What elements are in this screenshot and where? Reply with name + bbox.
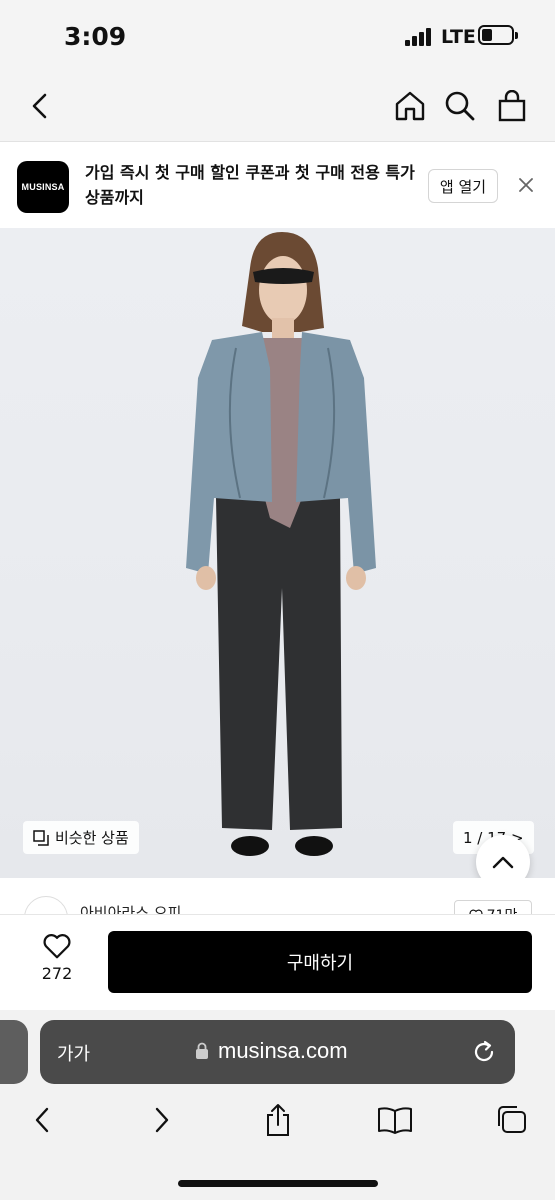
header-nav [0, 70, 555, 142]
cart-button[interactable] [490, 84, 534, 128]
reader-mode-button[interactable]: 가가 [57, 1040, 90, 1066]
battery-icon [478, 25, 518, 45]
close-icon [519, 178, 533, 192]
open-app-button[interactable]: 앱 열기 [428, 169, 498, 203]
chevron-left-icon [35, 1107, 49, 1133]
banner-close-button[interactable] [512, 171, 540, 199]
browser-back-button[interactable] [20, 1098, 64, 1142]
copy-icon [33, 829, 49, 846]
product-image[interactable]: 비슷한 상품 1 / 17 > [0, 228, 555, 878]
home-indicator [178, 1180, 378, 1187]
previous-tab-preview[interactable] [0, 1020, 28, 1084]
search-icon [445, 91, 475, 121]
heart-icon [43, 934, 71, 959]
home-button[interactable] [388, 84, 432, 128]
lock-icon [196, 1042, 208, 1059]
browser-toolbar: 가가 musinsa.com [0, 1010, 555, 1200]
like-count: 272 [41, 964, 73, 983]
book-icon [378, 1107, 412, 1134]
banner-message: 가입 즉시 첫 구매 할인 쿠폰과 첫 구매 전용 특가 상품까지 [85, 163, 415, 207]
chevron-right-icon [155, 1107, 169, 1133]
reload-icon[interactable] [470, 1038, 498, 1066]
bookmarks-button[interactable] [373, 1098, 417, 1142]
model-photo [186, 232, 376, 856]
brand-row: 아비아라스 오피 71만 [0, 878, 555, 918]
home-icon [395, 91, 425, 121]
like-button[interactable]: 272 [30, 932, 84, 992]
back-button[interactable] [18, 84, 62, 128]
purchase-bar: 272 구매하기 [0, 914, 555, 1010]
shopping-bag-icon [498, 90, 526, 122]
address-bar[interactable]: 가가 musinsa.com [40, 1020, 515, 1084]
buy-button[interactable]: 구매하기 [108, 931, 532, 993]
app-banner: MUSINSA 가입 즉시 첫 구매 할인 쿠폰과 첫 구매 전용 특가 상품까… [0, 143, 555, 228]
tabs-button[interactable] [490, 1098, 534, 1142]
network-label: LTE [441, 26, 476, 48]
share-icon [267, 1104, 289, 1136]
url-text: musinsa.com [218, 1038, 348, 1063]
similar-products-button[interactable]: 비슷한 상품 [23, 821, 139, 854]
musinsa-logo: MUSINSA [17, 161, 69, 213]
search-button[interactable] [438, 84, 482, 128]
tabs-icon [498, 1106, 526, 1133]
status-bar: 3:09 LTE [0, 0, 555, 70]
chevron-up-icon [492, 856, 514, 869]
browser-forward-button[interactable] [140, 1098, 184, 1142]
status-time: 3:09 [64, 22, 127, 51]
signal-icon [405, 28, 435, 46]
share-button[interactable] [256, 1098, 300, 1142]
similar-products-label: 비슷한 상품 [55, 829, 129, 847]
logo-text: MUSINSA [21, 182, 65, 192]
chevron-left-icon [32, 93, 47, 119]
